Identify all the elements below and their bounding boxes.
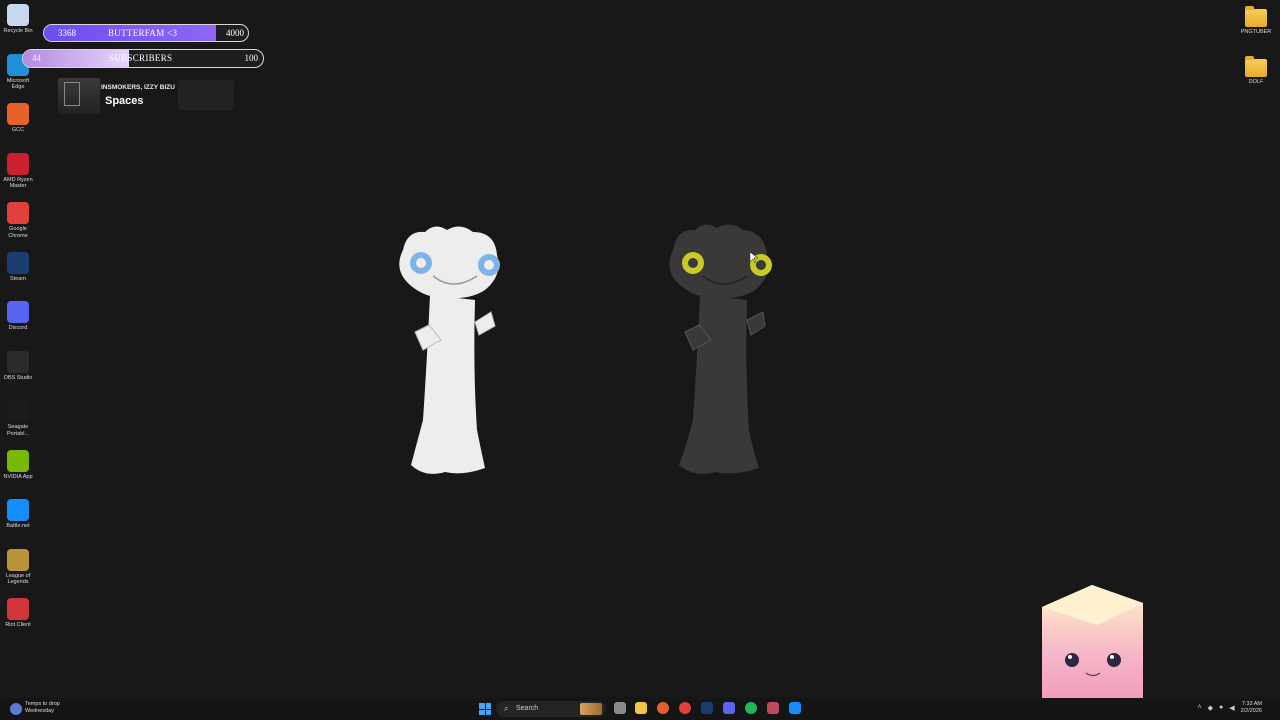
- subscriber-title: SUBSCRIBERS: [109, 53, 173, 63]
- desktop-icon[interactable]: OBS Studio: [0, 350, 36, 382]
- file-explorer-icon[interactable]: [635, 702, 647, 714]
- discord-taskbar-icon[interactable]: [723, 702, 735, 714]
- subscriber-current: 44: [32, 53, 41, 63]
- task-view-icon[interactable]: [614, 702, 626, 714]
- clock-date: 2/2/2026: [1240, 707, 1262, 714]
- desktop-icon-label: Steam: [10, 275, 26, 282]
- desktop-icon-pngtuber[interactable]: PNGTUBER: [1238, 6, 1274, 36]
- battlenet-taskbar-icon[interactable]: [789, 702, 801, 714]
- folder-icon: [1245, 6, 1267, 27]
- steam-icon: [7, 251, 29, 274]
- desktop-icon-label: Google Chrome: [8, 226, 28, 239]
- recycle-bin-icon: [7, 4, 29, 26]
- chrome-icon: [7, 202, 29, 224]
- goal-target: 4000: [226, 28, 244, 38]
- now-playing-title: Spaces: [105, 95, 144, 107]
- speaker-icon[interactable]: ◀: [1229, 704, 1234, 712]
- desktop-icon-label: Riot Client: [5, 622, 31, 628]
- seagate-icon: [7, 400, 29, 422]
- search-label: Search: [516, 705, 539, 712]
- discord-icon: [7, 301, 29, 323]
- weather-widget[interactable]: Temps to drop Wednesday: [10, 701, 60, 715]
- system-tray: ˄ ◆ ● ◀ 7:33 AM 2/2/2026: [1197, 701, 1280, 714]
- desktop-icon-label: PNGTUBER: [1240, 29, 1272, 35]
- desktop-icon-label: Battle.net: [6, 523, 30, 529]
- desktop-icon[interactable]: Discord: [0, 301, 36, 332]
- white-dragon-character: [399, 226, 500, 474]
- taskbar: Temps to drop Wednesday ⌕ Search ˄ ◆ ● ◀…: [0, 698, 1280, 720]
- amd-ryzen-icon: [7, 152, 29, 175]
- desktop-icon-dolf[interactable]: DOLF: [1238, 56, 1274, 86]
- gcc-taskbar-icon[interactable]: [657, 702, 669, 714]
- spotify-taskbar-icon[interactable]: [745, 702, 757, 714]
- album-art: [58, 78, 100, 114]
- mic-icon[interactable]: ●: [1219, 704, 1223, 711]
- app-taskbar-icon[interactable]: [767, 702, 779, 714]
- desktop-icon[interactable]: AMD Ryzen Master: [0, 152, 36, 190]
- desktop-icon-label: Discord: [8, 325, 28, 331]
- subscriber-goal-bar: 44 SUBSCRIBERS 100: [22, 49, 264, 68]
- desktop-icon[interactable]: Recycle Bin: [0, 4, 36, 35]
- subscriber-target: 100: [244, 53, 259, 63]
- desktop-icon-label: GCC: [11, 127, 25, 133]
- follower-goal-bar: 3368 BUTTERFAM <3 4000: [43, 24, 249, 42]
- mouse-cursor-icon: [750, 252, 758, 264]
- league-icon: [7, 548, 29, 571]
- now-playing-widget: INSMOKERS, IZZY BIZU Spaces: [58, 76, 236, 114]
- desktop-icon[interactable]: Riot Client: [0, 598, 36, 629]
- clock[interactable]: 7:33 AM 2/2/2026: [1241, 701, 1262, 714]
- desktop-icon-label: OBS Studio: [3, 374, 33, 381]
- now-playing-artist: INSMOKERS, IZZY BIZU: [101, 84, 175, 91]
- start-button[interactable]: [479, 703, 491, 715]
- desktop-icon-label: Recycle Bin: [3, 28, 33, 34]
- desktop-icon[interactable]: League of Legends: [0, 548, 36, 586]
- clock-time: 7:33 AM: [1241, 701, 1262, 707]
- desktop-icon-label: Seagate Portabl...: [6, 424, 29, 437]
- search-icon: ⌕: [504, 704, 509, 713]
- desktop-icon[interactable]: Steam: [0, 251, 36, 283]
- steam-taskbar-icon[interactable]: [701, 702, 713, 714]
- battlenet-icon: [7, 499, 29, 521]
- weather-line1: Temps to drop: [25, 701, 60, 707]
- desktop-icon-label: Microsoft Edge: [6, 77, 30, 91]
- desktop-icon[interactable]: Battle.net: [0, 499, 36, 530]
- riot-icon: [7, 598, 29, 620]
- nvidia-icon: [7, 449, 29, 472]
- chevron-up-icon[interactable]: ˄: [1197, 704, 1201, 711]
- desktop-icon-label: NVIDIA App: [3, 473, 33, 480]
- now-playing-ghost-panel: [178, 80, 234, 110]
- weather-icon: [10, 703, 22, 715]
- goal-title: BUTTERFAM <3: [108, 28, 178, 38]
- desktop-icon[interactable]: NVIDIA App: [0, 449, 36, 481]
- desktop-icon[interactable]: Seagate Portabl...: [0, 400, 36, 437]
- chrome-taskbar-icon[interactable]: [679, 702, 691, 714]
- desktop-icon-label: AMD Ryzen Master: [3, 176, 33, 190]
- desktop-icon[interactable]: Google Chrome: [0, 202, 36, 239]
- taskbar-search[interactable]: ⌕ Search: [496, 701, 606, 717]
- goal-current: 3368: [58, 28, 76, 38]
- desktop-icon-label: DOLF: [1248, 79, 1264, 85]
- weather-line2: Wednesday: [25, 707, 54, 714]
- search-highlight-image: [580, 703, 602, 715]
- obs-icon: [7, 350, 29, 373]
- folder-icon: [1245, 56, 1267, 77]
- gcc-icon: [7, 103, 29, 125]
- desktop-icon[interactable]: GCC: [0, 103, 36, 134]
- network-icon[interactable]: ◆: [1208, 704, 1213, 712]
- black-dragon-character: [669, 224, 772, 474]
- desktop-icon-label: League of Legends: [5, 572, 31, 586]
